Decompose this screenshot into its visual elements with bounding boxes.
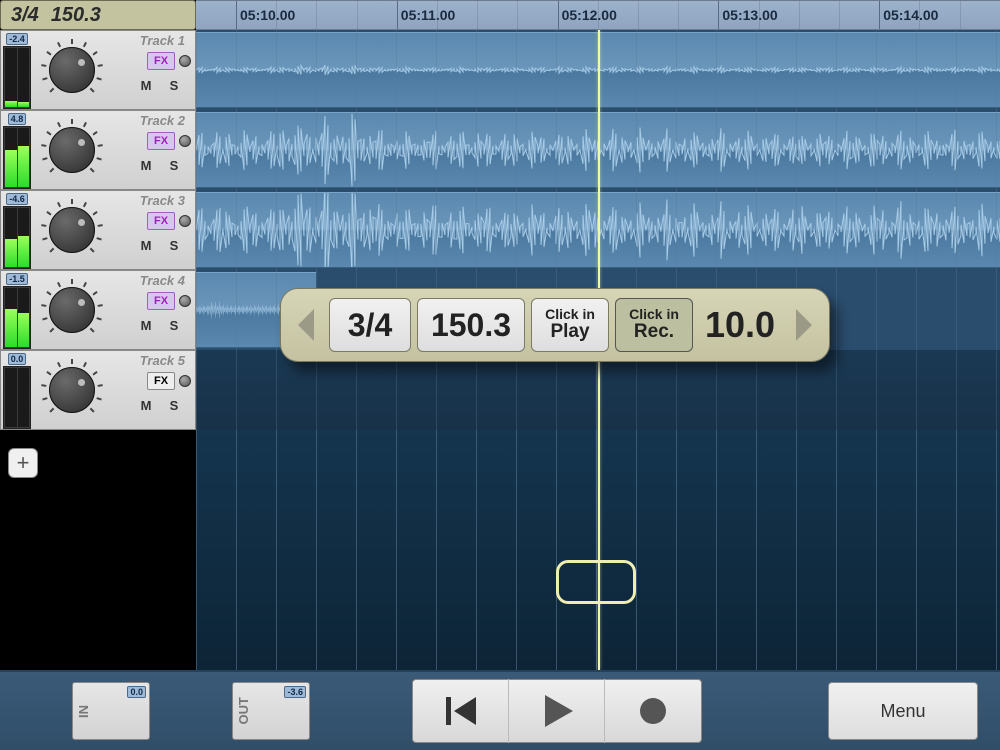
track-header[interactable]: -2.4 Track 1 FX MS <box>0 30 196 110</box>
tempo-header[interactable]: 3/4 150.3 <box>0 0 196 30</box>
track-meter <box>3 286 31 349</box>
timeline-ruler[interactable]: 05:10.00 05:11.00 05:12.00 05:13.00 05:14.00 <box>196 0 1000 30</box>
mute-button[interactable]: M <box>135 236 157 254</box>
pan-knob[interactable] <box>41 279 103 341</box>
play-button[interactable] <box>509 679 605 743</box>
track-row: 4.8 Track 2 FX MS <box>0 110 1000 190</box>
click-rec-label-top: Click in <box>629 307 679 322</box>
solo-button[interactable]: S <box>163 396 185 414</box>
track-meter <box>3 126 31 189</box>
fx-button[interactable]: FX <box>147 52 175 70</box>
popup-time-signature[interactable]: 3/4 <box>329 298 411 352</box>
pan-knob[interactable] <box>41 119 103 181</box>
track-row: -2.4 Track 1 FX MS <box>0 30 1000 110</box>
transport-bar: IN 0.0 OUT -3.6 Menu <box>0 670 1000 750</box>
output-db: -3.6 <box>284 686 306 698</box>
menu-label: Menu <box>880 701 925 722</box>
track-row: -4.6 Track 3 FX MS <box>0 190 1000 270</box>
record-arm-led[interactable] <box>179 215 191 227</box>
pan-knob[interactable] <box>41 39 103 101</box>
mute-button[interactable]: M <box>135 396 157 414</box>
click-rec-label-bottom: Rec. <box>634 322 674 343</box>
prev-arrow[interactable] <box>289 296 323 354</box>
ruler-tick-label: 05:12.00 <box>562 7 617 23</box>
ruler-tick-label: 05:10.00 <box>240 7 295 23</box>
input-label: IN <box>76 705 91 718</box>
fx-button[interactable]: FX <box>147 292 175 310</box>
solo-button[interactable]: S <box>163 236 185 254</box>
track-header[interactable]: 4.8 Track 2 FX MS <box>0 110 196 190</box>
track-db: 4.8 <box>8 113 27 125</box>
click-play-label-bottom: Play <box>550 322 589 343</box>
click-in-rec-button[interactable]: Click in Rec. <box>615 298 693 352</box>
fx-button[interactable]: FX <box>147 132 175 150</box>
input-meter-block[interactable]: IN 0.0 <box>72 682 150 740</box>
transport-controls <box>412 679 702 743</box>
record-arm-led[interactable] <box>179 295 191 307</box>
next-arrow[interactable] <box>787 296 821 354</box>
pan-knob[interactable] <box>41 359 103 421</box>
popup-value[interactable]: 10.0 <box>699 304 781 346</box>
record-arm-led[interactable] <box>179 375 191 387</box>
rewind-button[interactable] <box>413 679 509 743</box>
track-name: Track 2 <box>111 113 191 128</box>
track-meter <box>3 366 31 429</box>
track-name: Track 5 <box>111 353 191 368</box>
popup-bpm[interactable]: 150.3 <box>417 298 525 352</box>
click-play-label-top: Click in <box>545 307 595 322</box>
time-signature: 3/4 <box>11 4 39 27</box>
mute-button[interactable]: M <box>135 316 157 334</box>
bpm: 150.3 <box>51 4 101 27</box>
solo-button[interactable]: S <box>163 76 185 94</box>
mute-button[interactable]: M <box>135 76 157 94</box>
track-header[interactable]: -4.6 Track 3 FX MS <box>0 190 196 270</box>
track-db: 0.0 <box>8 353 27 365</box>
track-meter <box>3 206 31 269</box>
track-name: Track 1 <box>111 33 191 48</box>
track-name: Track 3 <box>111 193 191 208</box>
ruler-tick-label: 05:11.00 <box>401 7 456 23</box>
solo-button[interactable]: S <box>163 156 185 174</box>
record-arm-led[interactable] <box>179 135 191 147</box>
loop-region-handle[interactable] <box>556 560 636 604</box>
input-db: 0.0 <box>127 686 146 698</box>
solo-button[interactable]: S <box>163 316 185 334</box>
ruler-tick-label: 05:14.00 <box>883 7 938 23</box>
output-label: OUT <box>236 697 251 724</box>
track-db: -4.6 <box>6 193 28 205</box>
ruler-tick-label: 05:13.00 <box>722 7 777 23</box>
click-in-play-button[interactable]: Click in Play <box>531 298 609 352</box>
mute-button[interactable]: M <box>135 156 157 174</box>
record-arm-led[interactable] <box>179 55 191 67</box>
track-row: 0.0 Track 5 FX MS <box>0 350 1000 430</box>
track-db: -2.4 <box>6 33 28 45</box>
output-meter-block[interactable]: OUT -3.6 <box>232 682 310 740</box>
fx-button[interactable]: FX <box>147 372 175 390</box>
track-header[interactable]: 0.0 Track 5 FX MS <box>0 350 196 430</box>
metronome-popup: 3/4 150.3 Click in Play Click in Rec. 10… <box>280 288 830 362</box>
fx-button[interactable]: FX <box>147 212 175 230</box>
pan-knob[interactable] <box>41 199 103 261</box>
add-track-button[interactable]: + <box>8 448 38 478</box>
track-name: Track 4 <box>111 273 191 288</box>
menu-button[interactable]: Menu <box>828 682 978 740</box>
track-header[interactable]: -1.5 Track 4 FX MS <box>0 270 196 350</box>
record-button[interactable] <box>605 679 701 743</box>
track-db: -1.5 <box>6 273 28 285</box>
track-meter <box>3 46 31 109</box>
